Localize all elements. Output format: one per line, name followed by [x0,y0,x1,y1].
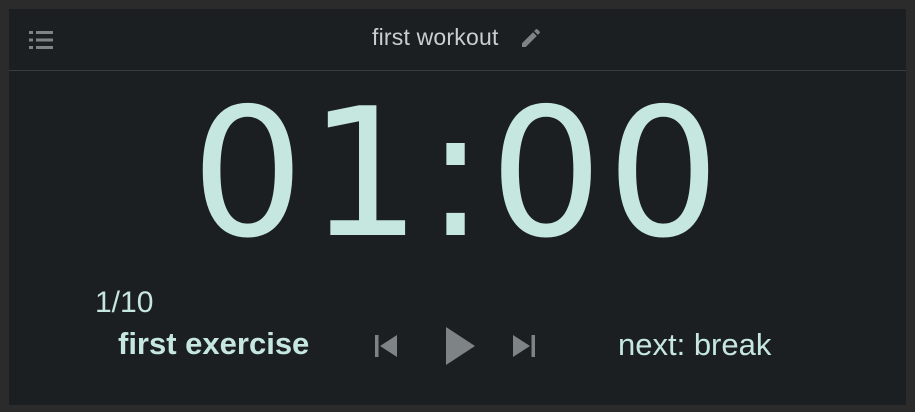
current-exercise-name: first exercise [118,326,310,361]
skip-previous-icon [375,335,397,357]
countdown-timer: 01:00 [191,70,724,277]
skip-next-icon [513,335,535,357]
play-icon [446,327,475,365]
edit-title-button[interactable] [519,26,543,50]
exercise-counter: 1/10 [95,286,154,319]
play-button[interactable] [439,323,479,369]
header-bar: first workout [9,9,906,71]
title-area: first workout [9,24,906,54]
next-button[interactable] [509,331,539,361]
pencil-edit-icon [522,28,541,47]
workout-title: first workout [371,24,499,50]
next-exercise-label: next: break [618,327,772,362]
timer-window: first workout 01:00 1/10 first exercise [9,9,906,405]
previous-button[interactable] [371,331,401,361]
